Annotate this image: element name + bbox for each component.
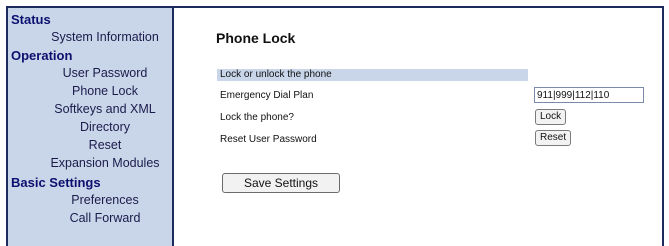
emergency-dial-plan-input[interactable] [534, 87, 644, 103]
sidebar-item-system-information[interactable]: System Information [42, 30, 168, 44]
sidebar-item-reset[interactable]: Reset [42, 138, 168, 152]
sidebar-item-phone-lock[interactable]: Phone Lock [42, 84, 168, 98]
save-settings-button[interactable]: Save Settings [222, 173, 340, 193]
sidebar-section-operation: Operation [11, 48, 73, 63]
reset-user-password-label: Reset User Password [220, 134, 317, 145]
sidebar-item-call-forward[interactable]: Call Forward [42, 211, 168, 225]
sidebar-item-softkeys-xml[interactable]: Softkeys and XML [42, 102, 168, 116]
sidebar-item-directory[interactable]: Directory [42, 120, 168, 134]
page-title: Phone Lock [216, 30, 296, 46]
sidebar-section-basic-settings: Basic Settings [11, 175, 101, 190]
emergency-dial-plan-label: Emergency Dial Plan [220, 90, 314, 101]
page-frame: Status System Information Operation User… [6, 6, 664, 246]
reset-button[interactable]: Reset [535, 130, 572, 146]
sidebar-item-expansion-modules[interactable]: Expansion Modules [42, 156, 168, 170]
section-header: Lock or unlock the phone [217, 69, 528, 81]
sidebar-item-user-password[interactable]: User Password [42, 66, 168, 80]
main-content: Phone Lock Lock or unlock the phone Emer… [174, 8, 662, 246]
sidebar-item-preferences[interactable]: Preferences [42, 193, 168, 207]
sidebar: Status System Information Operation User… [8, 8, 174, 246]
lock-phone-label: Lock the phone? [220, 112, 294, 123]
lock-button[interactable]: Lock [535, 109, 567, 125]
sidebar-section-status: Status [11, 12, 51, 27]
